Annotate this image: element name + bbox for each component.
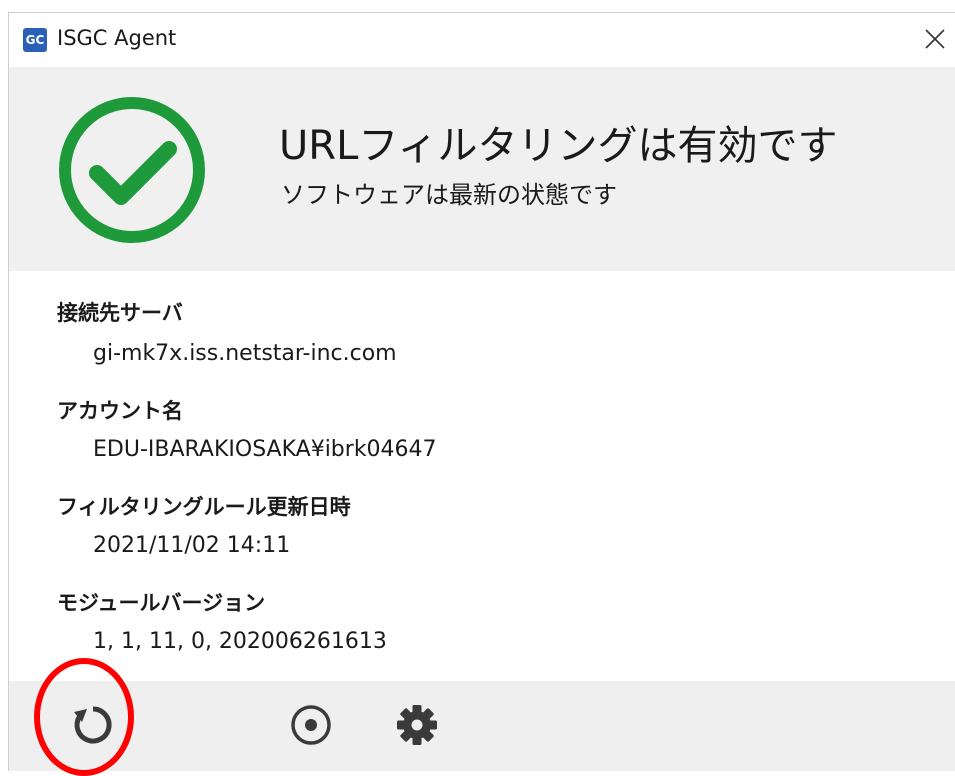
window-title: ISGC Agent [57,26,177,50]
rule-updated-label: フィルタリングルール更新日時 [57,495,351,519]
account-value: EDU-IBARAKIOSAKA¥ibrk04647 [93,437,437,462]
footer-toolbar [9,681,955,771]
rule-updated-value: 2021/11/02 14:11 [93,533,291,558]
server-label: 接続先サーバ [57,301,183,325]
close-icon [925,29,945,49]
account-label: アカウント名 [57,399,183,423]
close-button[interactable] [915,19,955,59]
module-version-value: 1, 1, 11, 0, 202006261613 [93,629,387,654]
title-bar: GC ISGC Agent [9,13,955,67]
isgc-agent-window: GC ISGC Agent URLフィルタリングは有効です ソフトウェアは最新の… [8,12,955,771]
module-version-label: モジュールバージョン [57,591,266,615]
check-circle-icon [59,97,205,243]
server-value: gi-mk7x.iss.netstar-inc.com [93,341,397,366]
stop-record-icon [291,705,331,745]
status-subtitle: ソフトウェアは最新の状態です [281,181,617,209]
settings-button[interactable] [387,695,447,755]
status-panel: URLフィルタリングは有効です ソフトウェアは最新の状態です [9,67,955,271]
app-logo-icon: GC [23,28,47,52]
highlight-ring [34,658,134,776]
status-title: URLフィルタリングは有効です [279,123,838,169]
gear-icon [397,705,437,745]
stop-button[interactable] [281,695,341,755]
